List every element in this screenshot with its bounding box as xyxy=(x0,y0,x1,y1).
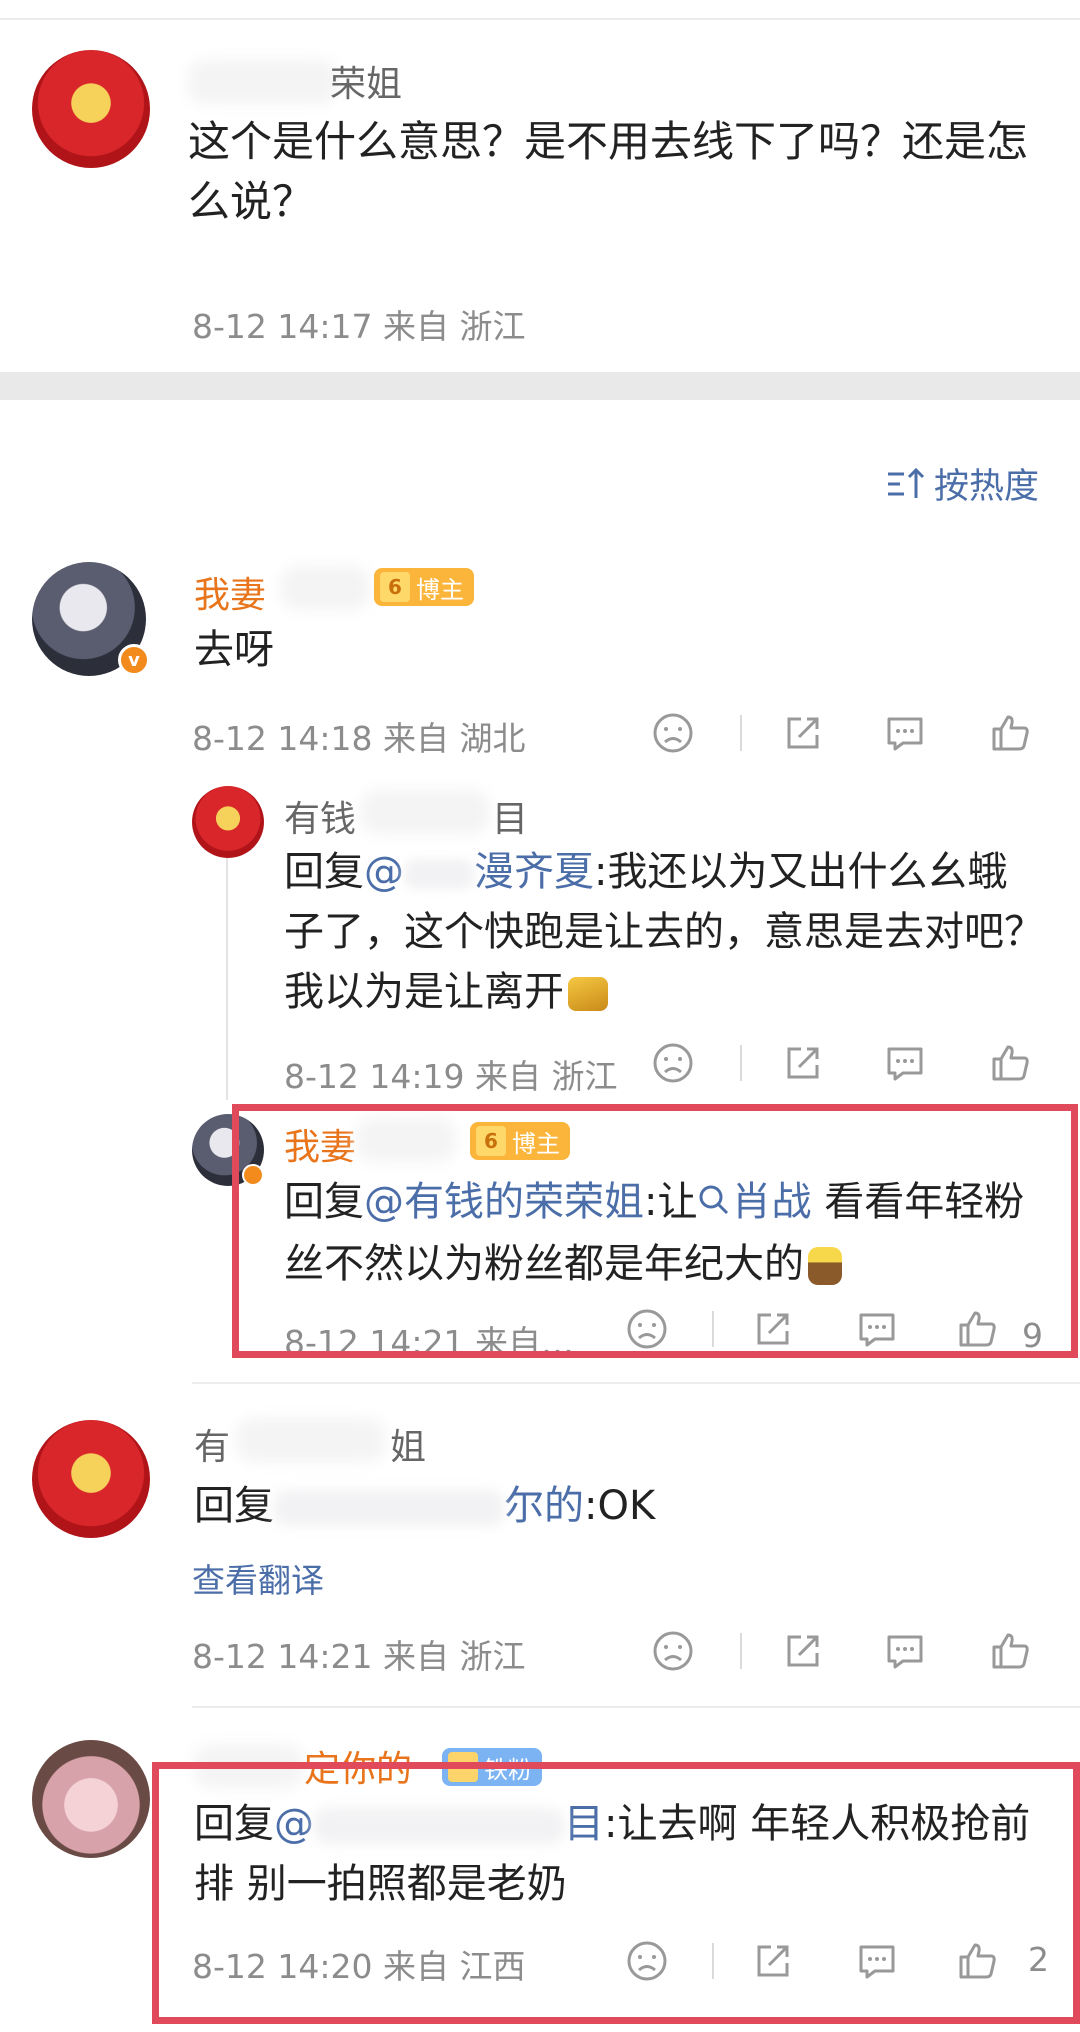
divider xyxy=(192,1706,1080,1708)
avatar[interactable] xyxy=(32,50,150,168)
dislike-button[interactable] xyxy=(648,1038,698,1088)
dislike-button[interactable] xyxy=(622,1304,672,1354)
like-icon xyxy=(988,711,1032,755)
action-separator xyxy=(712,1311,714,1347)
like-icon xyxy=(988,1629,1032,1673)
share-icon xyxy=(751,1307,795,1351)
comment-button[interactable] xyxy=(880,1626,930,1676)
commenter-name[interactable]: 荣姐 xyxy=(330,55,402,107)
blurred-name xyxy=(280,566,370,610)
share-button[interactable] xyxy=(748,1936,798,1986)
comment-text: 去呀 xyxy=(194,627,274,673)
comment-button[interactable] xyxy=(880,708,930,758)
avatar[interactable] xyxy=(192,786,264,858)
emoji-icon xyxy=(568,977,608,1011)
action-separator xyxy=(712,1943,714,1979)
sort-label: 按热度 xyxy=(934,467,1040,507)
translate-link[interactable]: 查看翻译 xyxy=(192,1554,324,1602)
dislike-icon xyxy=(625,1939,669,1983)
action-separator xyxy=(740,715,742,751)
comment-icon xyxy=(883,711,927,755)
like-button[interactable] xyxy=(952,1304,1002,1354)
mention-link[interactable]: 尔的 xyxy=(274,1483,584,1529)
comment-meta: 8-12 14:21 来自 浙江 xyxy=(192,1637,526,1676)
share-button[interactable] xyxy=(778,708,828,758)
share-icon xyxy=(781,1629,825,1673)
like-button[interactable] xyxy=(985,1038,1035,1088)
avatar[interactable] xyxy=(32,1740,150,1858)
comment-text: 这个是什么意思？是不用去线下了吗？还是怎么说？ xyxy=(188,117,1029,226)
comment-icon xyxy=(855,1939,899,1983)
sort-icon xyxy=(886,466,926,502)
commenter-name[interactable]: 有钱 xyxy=(284,790,356,842)
share-button[interactable] xyxy=(778,1038,828,1088)
share-button[interactable] xyxy=(748,1304,798,1354)
like-button[interactable] xyxy=(952,1936,1002,1986)
divider xyxy=(192,1382,1080,1384)
comment-meta: 8-12 14:18 来自 湖北 xyxy=(192,719,526,758)
dislike-icon xyxy=(651,1041,695,1085)
dislike-icon xyxy=(651,1629,695,1673)
comment-button[interactable] xyxy=(852,1304,902,1354)
reply-text: 回复@ 漫齐夏:我还以为又出什么幺蛾子了，这个快跑是让去的，意思是去对吧？我以为是… xyxy=(284,849,1044,1015)
dislike-icon xyxy=(651,711,695,755)
blurred-name xyxy=(188,60,338,104)
commenter-name-end: 目 xyxy=(492,799,529,840)
section-separator xyxy=(0,372,1080,400)
commenter-name[interactable]: 有 xyxy=(194,1418,230,1470)
comment-icon xyxy=(883,1041,927,1085)
dislike-button[interactable] xyxy=(648,708,698,758)
blogger-badge: 6 博主 xyxy=(374,568,474,606)
comment-icon xyxy=(883,1629,927,1673)
comment-meta: 8-12 14:19 来自 浙江 xyxy=(284,1057,618,1096)
comment-button[interactable] xyxy=(880,1038,930,1088)
dislike-icon xyxy=(625,1307,669,1351)
share-icon xyxy=(751,1939,795,1983)
action-separator xyxy=(740,1633,742,1669)
blurred-name xyxy=(360,790,490,834)
reply-text: 回复 尔的:OK xyxy=(194,1483,656,1529)
dislike-button[interactable] xyxy=(648,1626,698,1676)
comment-button[interactable] xyxy=(852,1936,902,1986)
sort-button[interactable]: 按热度 xyxy=(886,458,1039,509)
commenter-name[interactable]: 我妻 xyxy=(194,566,266,618)
top-divider xyxy=(0,18,1080,20)
like-icon xyxy=(955,1307,999,1351)
like-button[interactable] xyxy=(985,1626,1035,1676)
like-icon xyxy=(955,1939,999,1983)
comment-meta: 8-12 14:17 来自 浙江 xyxy=(192,307,526,346)
highlight-box xyxy=(152,1762,1080,2024)
action-separator xyxy=(740,1045,742,1081)
like-icon xyxy=(988,1041,1032,1085)
comment-icon xyxy=(855,1307,899,1351)
like-button[interactable] xyxy=(985,708,1035,758)
share-icon xyxy=(781,1041,825,1085)
verified-icon: v xyxy=(118,644,150,676)
share-icon xyxy=(781,711,825,755)
dislike-button[interactable] xyxy=(622,1936,672,1986)
share-button[interactable] xyxy=(778,1626,828,1676)
blurred-name xyxy=(236,1418,386,1462)
commenter-name-end: 姐 xyxy=(390,1427,427,1468)
crown-icon: 6 xyxy=(380,572,410,602)
mention-link[interactable]: @ 漫齐夏 xyxy=(364,849,594,895)
avatar[interactable] xyxy=(32,1420,150,1538)
